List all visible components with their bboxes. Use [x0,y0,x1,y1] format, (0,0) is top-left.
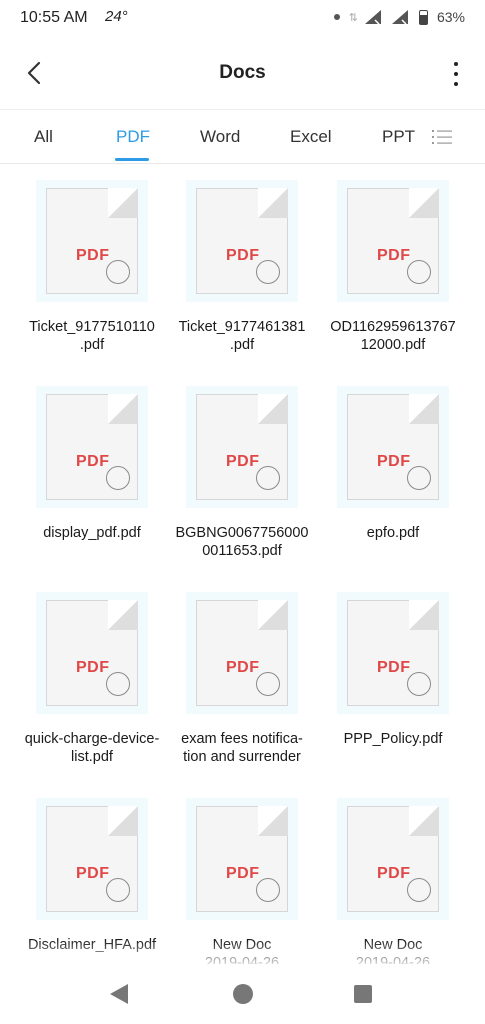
list-view-icon[interactable] [432,128,452,146]
page-title: Docs [219,62,266,83]
file-name: epfo.pdf [366,525,420,541]
category-tabs: All PDF Word Excel PPT [0,110,485,164]
select-checkbox[interactable] [106,878,130,902]
file-name: Ticket_9177510110 .pdf [29,319,155,353]
select-checkbox[interactable] [256,878,280,902]
battery-icon [418,9,428,25]
tab-word[interactable]: Word [200,127,240,147]
file-name: PPP_Policy.pdf [343,731,443,747]
select-checkbox[interactable] [256,466,280,490]
battery-percent: 63% [436,9,465,25]
pdf-label: PDF [76,453,110,470]
pdf-thumbnail[interactable]: PDF [186,798,298,920]
select-checkbox[interactable] [407,878,431,902]
pdf-label: PDF [226,659,260,676]
file-name: BGBNG0067756000 0011653.pdf [175,525,309,559]
pdf-label: PDF [377,453,411,470]
file-name: exam fees notifica-tion and surrender [181,731,303,765]
pdf-thumbnail[interactable]: PDF [36,180,148,302]
pdf-thumbnail[interactable]: PDF [337,798,449,920]
pdf-label: PDF [226,865,260,882]
tab-all[interactable]: All [34,127,53,147]
active-tab-indicator [115,158,149,161]
select-checkbox[interactable] [106,260,130,284]
select-checkbox[interactable] [407,672,431,696]
file-item[interactable]: PDF Disclaimer_HFA.pdf [17,782,167,964]
select-checkbox[interactable] [106,672,130,696]
system-navigation-bar [0,964,485,1024]
file-name: Ticket_9177461381 .pdf [178,319,306,353]
file-item[interactable]: PDF New Doc2019-04-26 [318,782,468,964]
pdf-label: PDF [226,453,260,470]
signal-strength-icon [391,10,408,24]
select-checkbox[interactable] [256,260,280,284]
file-grid: PDF Ticket_9177510110 .pdf PDF Ticket_917… [0,164,485,964]
pdf-label: PDF [377,659,411,676]
status-indicators: ⇅ 63% [333,9,465,25]
pdf-thumbnail[interactable]: PDF [337,180,449,302]
status-temperature: 24° [105,8,128,25]
more-vert-icon[interactable] [453,62,459,86]
nav-home-icon[interactable] [233,984,253,1004]
pdf-thumbnail[interactable]: PDF [337,592,449,714]
pdf-label: PDF [377,865,411,882]
file-item[interactable]: PDF OD1162959613767 12000.pdf [318,164,468,364]
file-item[interactable]: PDF Ticket_9177461381 .pdf [167,164,317,364]
signal-strength-icon [364,10,381,24]
file-item[interactable]: PDF epfo.pdf [318,370,468,570]
pdf-thumbnail[interactable]: PDF [36,386,148,508]
pdf-label: PDF [76,247,110,264]
select-checkbox[interactable] [407,260,431,284]
file-item[interactable]: PDF display_pdf.pdf [17,370,167,570]
pdf-thumbnail[interactable]: PDF [36,798,148,920]
file-item[interactable]: PDF New Doc2019-04-26 [167,782,317,964]
tab-ppt[interactable]: PPT [382,127,415,147]
tab-pdf[interactable]: PDF [116,127,150,147]
file-item[interactable]: PDF BGBNG0067756000 0011653.pdf [167,370,317,570]
status-bar: 10:55 AM 24° ⇅ 63% [0,0,485,36]
pdf-thumbnail[interactable]: PDF [186,386,298,508]
tab-excel[interactable]: Excel [290,127,332,147]
file-item[interactable]: PDF quick-charge-device-list.pdf [17,576,167,776]
nav-back-icon[interactable] [110,984,128,1004]
pdf-thumbnail[interactable]: PDF [337,386,449,508]
file-item[interactable]: PDF exam fees notifica-tion and surrende… [167,576,317,776]
file-name: display_pdf.pdf [43,525,141,541]
app-header: Docs [0,36,485,110]
pdf-label: PDF [226,247,260,264]
file-name: quick-charge-device-list.pdf [24,731,160,765]
status-time: 10:55 AM [20,9,88,26]
pdf-label: PDF [76,659,110,676]
file-name: OD1162959613767 12000.pdf [330,319,456,353]
file-item[interactable]: PDF Ticket_9177510110 .pdf [17,164,167,364]
pdf-label: PDF [76,865,110,882]
select-checkbox[interactable] [256,672,280,696]
pdf-label: PDF [377,247,411,264]
notification-dot-icon [333,14,340,20]
nav-recents-icon[interactable] [354,985,372,1003]
data-activity-icon: ⇅ [348,11,358,24]
pdf-thumbnail[interactable]: PDF [186,180,298,302]
select-checkbox[interactable] [106,466,130,490]
pdf-thumbnail[interactable]: PDF [36,592,148,714]
pdf-thumbnail[interactable]: PDF [186,592,298,714]
select-checkbox[interactable] [407,466,431,490]
file-item[interactable]: PDF PPP_Policy.pdf [318,576,468,776]
